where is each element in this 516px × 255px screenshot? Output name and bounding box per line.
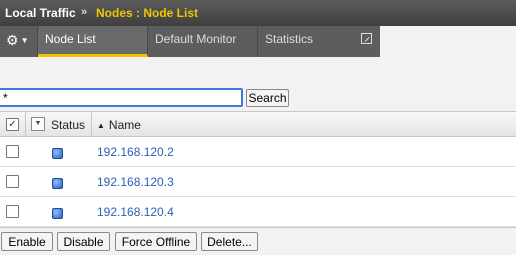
tab-default-monitor[interactable]: Default Monitor xyxy=(148,26,258,57)
node-link[interactable]: 192.168.120.4 xyxy=(97,205,174,219)
external-link-icon[interactable] xyxy=(361,33,372,44)
gear-menu-button[interactable]: ⚙ ▼ xyxy=(0,26,38,57)
node-link[interactable]: 192.168.120.3 xyxy=(97,175,174,189)
table-row: 192.168.120.4 xyxy=(0,197,516,227)
node-link[interactable]: 192.168.120.2 xyxy=(97,145,174,159)
column-header-status[interactable]: Status xyxy=(51,118,85,132)
tab-bar: ⚙ ▼ Node List Default Monitor Statistics xyxy=(0,26,516,57)
column-divider xyxy=(25,112,26,136)
delete-button[interactable]: Delete... xyxy=(201,232,258,251)
breadcrumb-page: Nodes : Node List xyxy=(96,6,199,20)
status-filter-dropdown[interactable]: ▼ xyxy=(31,117,45,131)
column-divider xyxy=(91,112,92,136)
select-all-checkbox[interactable]: ✓ xyxy=(6,118,19,131)
title-bar: Local Traffic » Nodes : Node List xyxy=(0,0,516,26)
search-input[interactable] xyxy=(0,88,243,107)
search-button[interactable]: Search xyxy=(246,89,289,107)
chevron-down-icon: ▼ xyxy=(34,120,42,127)
gear-icon: ⚙ xyxy=(6,32,19,48)
table-header: ✓ ▼ Status ▲ Name xyxy=(0,111,516,137)
action-bar: Enable Disable Force Offline Delete... xyxy=(0,227,516,255)
sort-ascending-icon: ▲ xyxy=(97,121,105,130)
chevron-down-icon: ▼ xyxy=(20,36,29,45)
row-checkbox[interactable] xyxy=(6,175,19,188)
breadcrumb-separator: » xyxy=(81,6,88,18)
tab-label: Default Monitor xyxy=(155,32,237,46)
status-available-icon xyxy=(52,208,63,219)
breadcrumb-section[interactable]: Local Traffic xyxy=(5,6,76,20)
row-checkbox[interactable] xyxy=(6,145,19,158)
tab-label: Node List xyxy=(45,32,96,46)
table-row: 192.168.120.2 xyxy=(0,137,516,167)
tab-label: Statistics xyxy=(265,32,314,46)
table-row: 192.168.120.3 xyxy=(0,167,516,197)
disable-button[interactable]: Disable xyxy=(57,232,110,251)
status-available-icon xyxy=(52,148,63,159)
column-header-name[interactable]: ▲ Name xyxy=(97,118,141,132)
column-header-name-label: Name xyxy=(108,118,141,132)
row-checkbox[interactable] xyxy=(6,205,19,218)
enable-button[interactable]: Enable xyxy=(1,232,53,251)
tab-strip: ⚙ ▼ Node List Default Monitor Statistics xyxy=(0,26,380,57)
tab-node-list[interactable]: Node List xyxy=(38,26,148,57)
force-offline-button[interactable]: Force Offline xyxy=(115,232,197,251)
status-available-icon xyxy=(52,178,63,189)
tab-statistics[interactable]: Statistics xyxy=(258,26,380,57)
